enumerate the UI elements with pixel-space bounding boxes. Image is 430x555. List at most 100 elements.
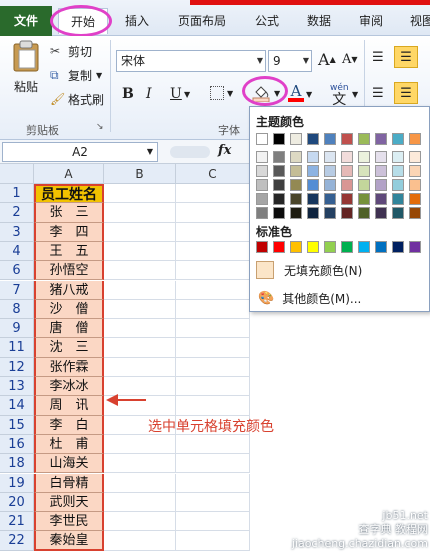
empty-cell[interactable] — [104, 473, 176, 493]
standard-color-swatch[interactable] — [409, 241, 421, 253]
row-header[interactable]: 6 — [0, 261, 34, 281]
empty-cell[interactable] — [176, 280, 250, 300]
empty-cell[interactable] — [176, 241, 250, 262]
align-left-button[interactable]: ☰ — [372, 86, 384, 101]
employee-name-cell[interactable]: 张作霖 — [34, 357, 104, 377]
theme-shade-swatch[interactable] — [273, 207, 285, 219]
theme-shade-swatch[interactable] — [307, 151, 319, 163]
row-header[interactable]: 12 — [0, 357, 34, 377]
theme-color-swatch[interactable] — [358, 133, 370, 145]
empty-cell[interactable] — [176, 531, 250, 551]
theme-shade-swatch[interactable] — [375, 151, 387, 163]
theme-shade-swatch[interactable] — [358, 179, 370, 191]
theme-shade-swatch[interactable] — [358, 165, 370, 177]
align-middle-button[interactable]: ☰ — [394, 46, 418, 68]
tab-file[interactable]: 文件 — [0, 6, 52, 36]
theme-shade-swatch[interactable] — [273, 151, 285, 163]
theme-shade-swatch[interactable] — [324, 179, 336, 191]
empty-cell[interactable] — [176, 473, 250, 493]
theme-shade-swatch[interactable] — [290, 165, 302, 177]
empty-cell[interactable] — [104, 222, 176, 242]
copy-dropdown-arrow[interactable]: ▼ — [96, 71, 102, 80]
bold-button[interactable]: B — [122, 86, 134, 102]
empty-cell[interactable] — [104, 261, 176, 281]
empty-cell[interactable] — [176, 492, 250, 513]
theme-shade-swatch[interactable] — [324, 165, 336, 177]
theme-shade-swatch[interactable] — [256, 207, 268, 219]
header-cell-a1[interactable]: 员工姓名 — [34, 184, 104, 204]
empty-cell[interactable] — [104, 241, 176, 262]
row-header[interactable]: 18 — [0, 454, 34, 474]
column-header-a[interactable]: A — [34, 164, 104, 184]
empty-cell[interactable] — [104, 338, 176, 358]
theme-shade-swatch[interactable] — [358, 151, 370, 163]
empty-cell[interactable] — [176, 512, 250, 532]
standard-color-swatch[interactable] — [358, 241, 370, 253]
row-header[interactable]: 13 — [0, 377, 34, 397]
tab-formulas[interactable]: 公式 — [246, 8, 288, 34]
employee-name-cell[interactable]: 李 白 — [34, 415, 104, 435]
no-fill-menu-item[interactable]: 无填充颜色(N) — [250, 257, 429, 283]
theme-shade-swatch[interactable] — [324, 193, 336, 205]
theme-shade-swatch[interactable] — [341, 151, 353, 163]
empty-cell[interactable] — [176, 203, 250, 223]
tab-view[interactable]: 视图 — [402, 8, 430, 34]
theme-shade-swatch[interactable] — [392, 207, 404, 219]
row-header[interactable]: 20 — [0, 492, 34, 513]
row-header[interactable]: 15 — [0, 415, 34, 435]
theme-shade-swatch[interactable] — [256, 179, 268, 191]
row-header[interactable]: 19 — [0, 473, 34, 493]
standard-color-swatch[interactable] — [273, 241, 285, 253]
empty-cell[interactable] — [176, 184, 250, 204]
employee-name-cell[interactable]: 张 三 — [34, 203, 104, 223]
row-header[interactable]: 2 — [0, 203, 34, 223]
theme-shade-swatch[interactable] — [290, 193, 302, 205]
theme-shade-swatch[interactable] — [375, 165, 387, 177]
shrink-font-button[interactable]: A ▼ — [342, 52, 358, 67]
more-colors-menu-item[interactable]: 🎨 其他颜色(M)... — [250, 285, 429, 311]
align-center-button[interactable]: ☰ — [394, 82, 418, 104]
theme-color-swatch[interactable] — [256, 133, 268, 145]
empty-cell[interactable] — [176, 319, 250, 339]
row-header[interactable]: 14 — [0, 396, 34, 416]
employee-name-cell[interactable]: 白骨精 — [34, 473, 104, 493]
theme-shade-swatch[interactable] — [409, 193, 421, 205]
phonetic-dropdown-arrow[interactable]: ▼ — [352, 90, 358, 99]
insert-function-icon[interactable]: fx — [218, 143, 231, 158]
empty-cell[interactable] — [104, 512, 176, 532]
employee-name-cell[interactable]: 李冰冰 — [34, 377, 104, 397]
tab-insert[interactable]: 插入 — [116, 8, 158, 34]
copy-button[interactable]: ⧉ 复制 ▼ — [50, 66, 102, 84]
font-name-select[interactable]: 宋体 ▼ — [116, 50, 266, 72]
italic-button[interactable]: I — [146, 86, 152, 102]
theme-shade-swatch[interactable] — [358, 207, 370, 219]
employee-name-cell[interactable]: 山海关 — [34, 454, 104, 474]
theme-shade-swatch[interactable] — [273, 193, 285, 205]
underline-button[interactable]: U — [170, 86, 182, 102]
row-header[interactable]: 1 — [0, 184, 34, 204]
standard-color-swatch[interactable] — [341, 241, 353, 253]
clipboard-launcher-icon[interactable]: ↘ — [96, 122, 104, 132]
employee-name-cell[interactable]: 唐 僧 — [34, 319, 104, 339]
theme-shade-swatch[interactable] — [273, 165, 285, 177]
empty-cell[interactable] — [104, 299, 176, 320]
empty-cell[interactable] — [104, 531, 176, 551]
tab-page-layout[interactable]: 页面布局 — [170, 8, 234, 34]
empty-cell[interactable] — [176, 396, 250, 416]
empty-cell[interactable] — [176, 377, 250, 397]
row-header[interactable]: 9 — [0, 319, 34, 339]
theme-shade-swatch[interactable] — [375, 207, 387, 219]
theme-shade-swatch[interactable] — [324, 151, 336, 163]
employee-name-cell[interactable]: 武则天 — [34, 492, 104, 513]
theme-shade-swatch[interactable] — [392, 193, 404, 205]
theme-shade-swatch[interactable] — [392, 151, 404, 163]
standard-color-swatch[interactable] — [290, 241, 302, 253]
theme-shade-swatch[interactable] — [392, 165, 404, 177]
standard-color-swatch[interactable] — [324, 241, 336, 253]
employee-name-cell[interactable]: 沙 僧 — [34, 299, 104, 320]
row-header[interactable]: 16 — [0, 434, 34, 455]
employee-name-cell[interactable]: 猪八戒 — [34, 280, 104, 300]
empty-cell[interactable] — [104, 319, 176, 339]
empty-cell[interactable] — [176, 357, 250, 377]
row-header[interactable]: 7 — [0, 280, 34, 300]
